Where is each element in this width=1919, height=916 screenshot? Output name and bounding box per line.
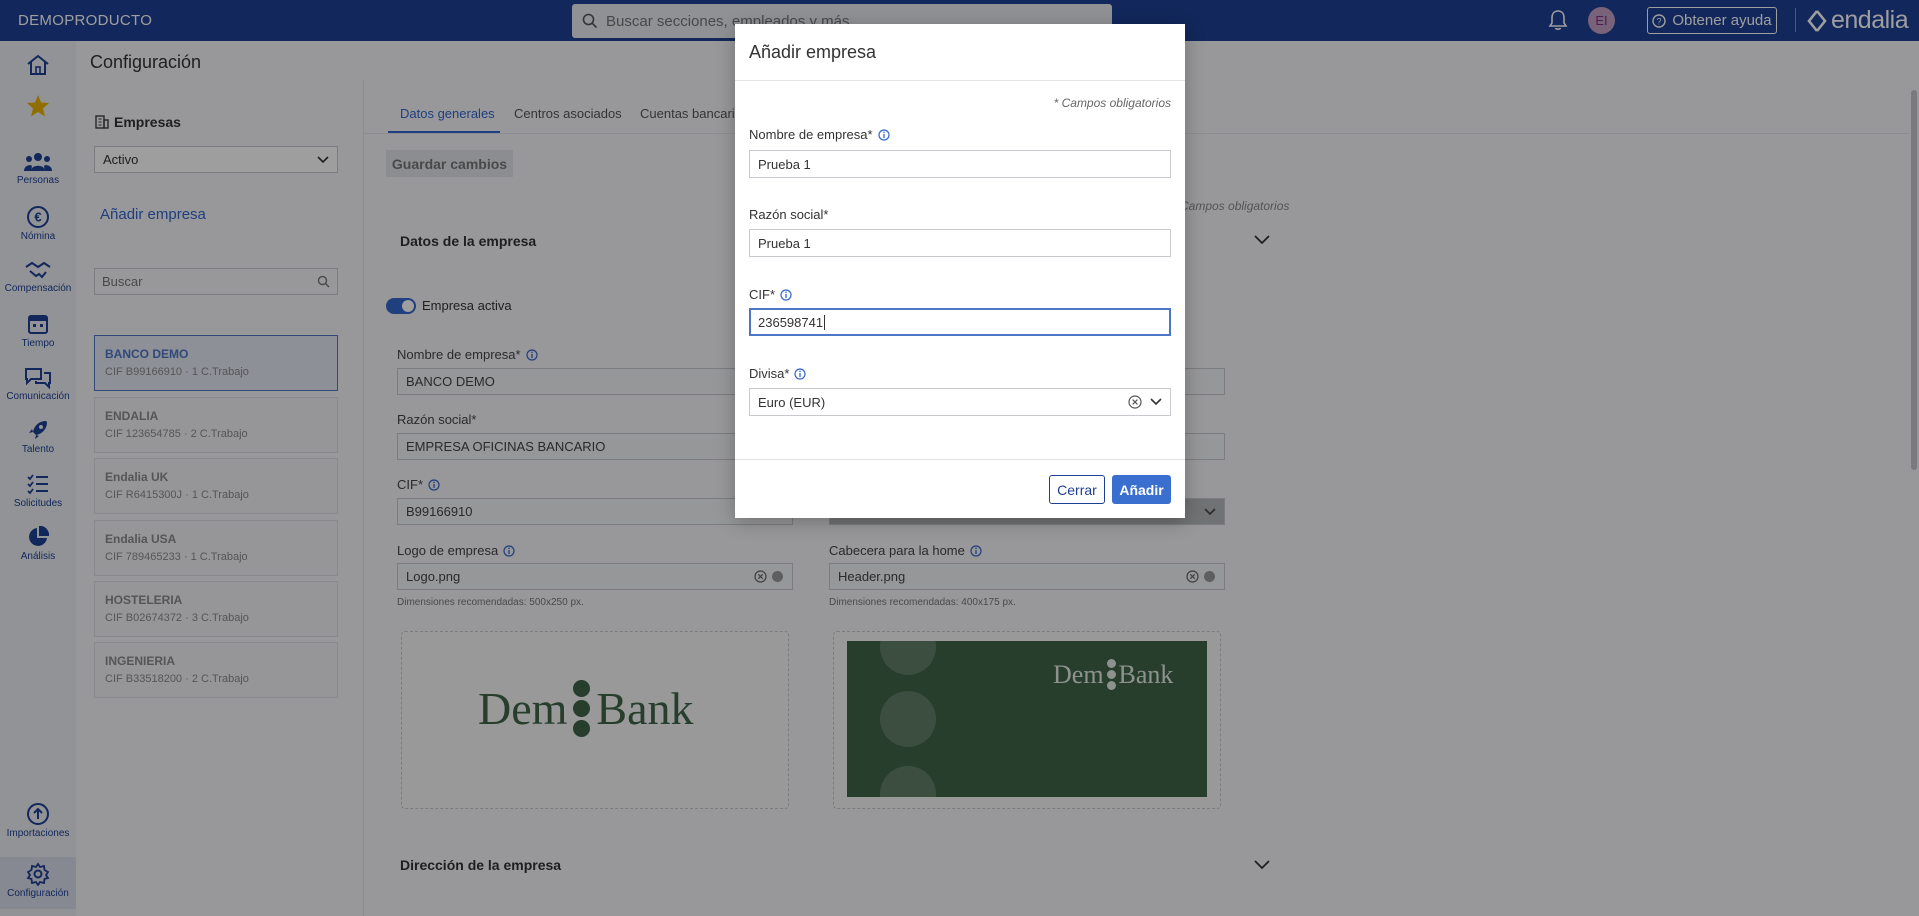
modal-cif-value: 236598741 [758,314,824,330]
close-button[interactable]: Cerrar [1049,475,1105,504]
modal-cif-label-text: CIF* [749,287,775,302]
modal-legal-label: Razón social* [749,207,829,222]
text-caret [824,314,826,330]
modal-name-label: Nombre de empresa* [749,127,890,142]
modal-name-input[interactable]: Prueba 1 [749,150,1171,178]
add-company-modal: Añadir empresa * Campos obligatorios Nom… [735,24,1185,518]
modal-footer-divider [735,459,1185,460]
add-button[interactable]: Añadir [1112,475,1171,504]
modal-cif-label: CIF* [749,287,792,302]
modal-currency-label-text: Divisa* [749,366,790,381]
chevron-down-icon[interactable] [1150,398,1162,406]
modal-legal-input[interactable]: Prueba 1 [749,229,1171,257]
modal-name-label-text: Nombre de empresa* [749,127,873,142]
modal-header-divider [735,80,1185,81]
modal-required-note: * Campos obligatorios [1053,96,1171,110]
currency-select-actions [1128,395,1162,409]
info-icon[interactable] [794,367,807,380]
modal-currency-select[interactable]: Euro (EUR) [749,388,1171,416]
modal-currency-label: Divisa* [749,366,807,381]
info-icon[interactable] [780,288,792,301]
info-icon[interactable] [877,128,890,141]
modal-cif-input[interactable]: 236598741 [749,308,1171,336]
clear-icon[interactable] [1128,395,1142,409]
modal-title: Añadir empresa [749,42,877,62]
modal-currency-value: Euro (EUR) [758,394,826,410]
